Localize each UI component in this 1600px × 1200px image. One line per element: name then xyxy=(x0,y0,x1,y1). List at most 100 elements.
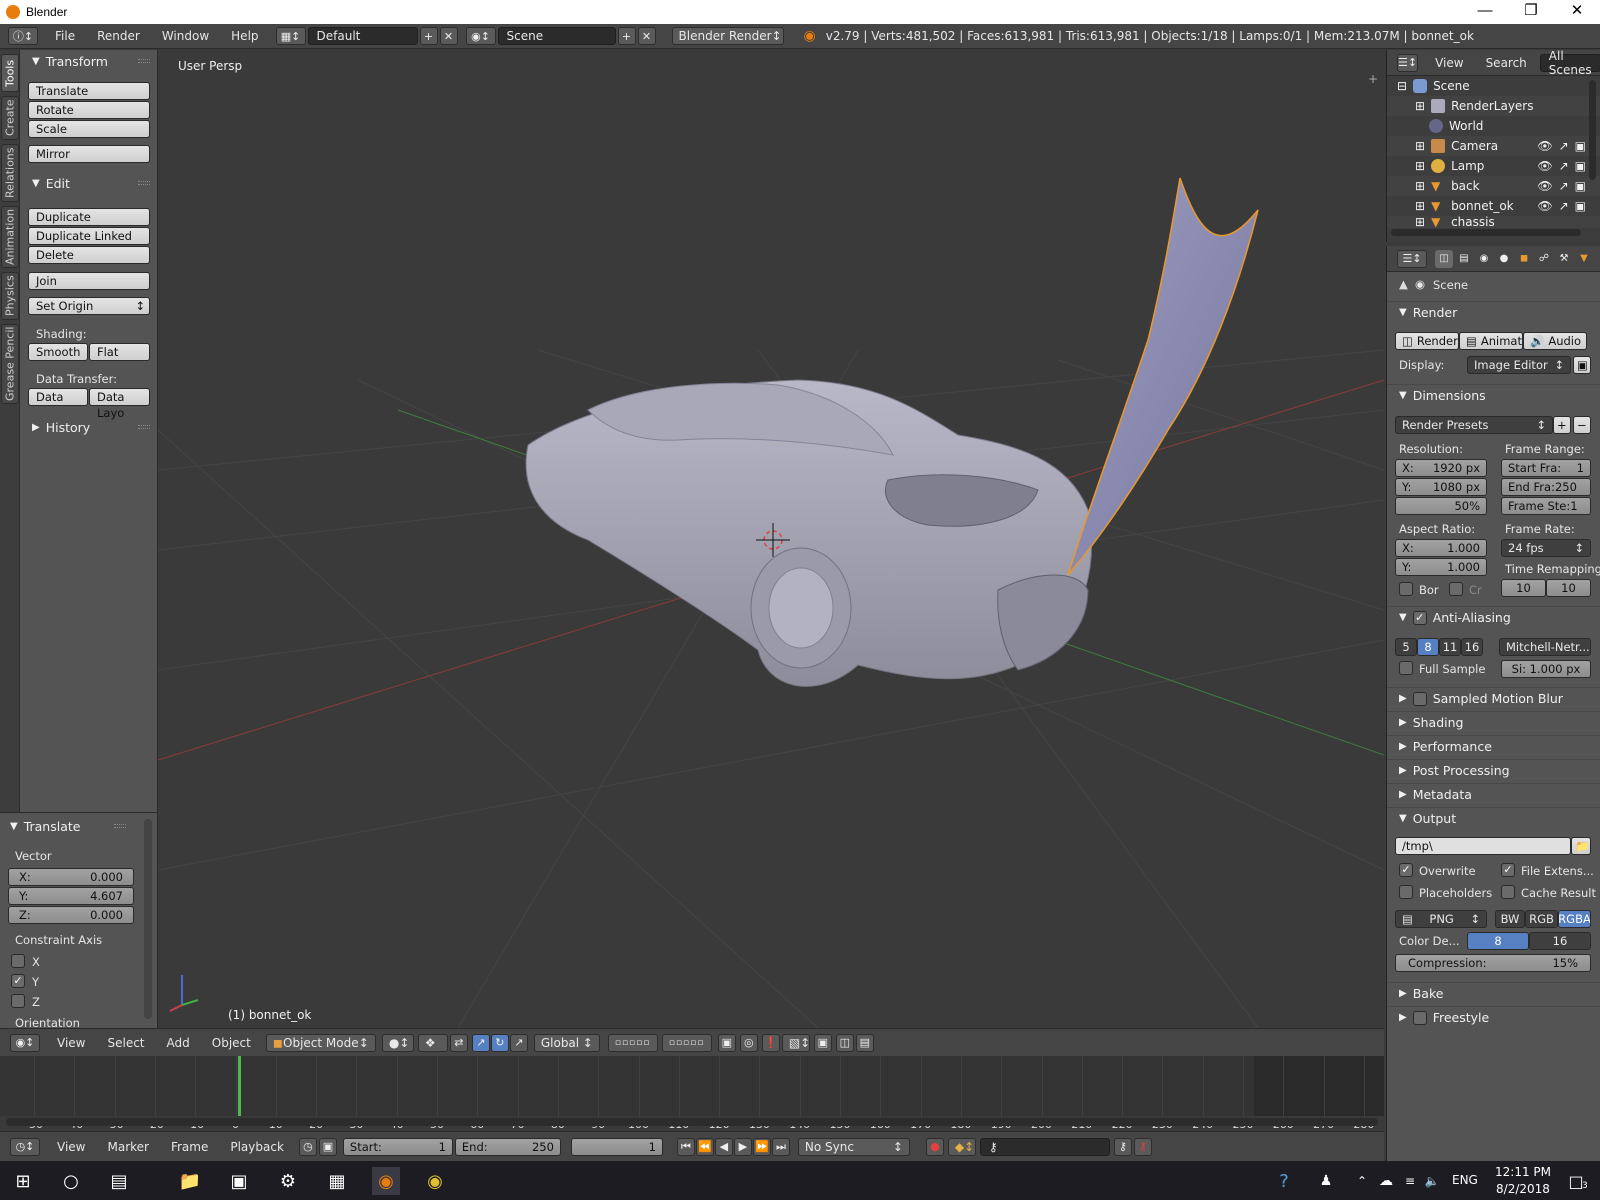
preview-range-icon[interactable]: ◷ xyxy=(298,1137,317,1156)
translate-button[interactable]: Translate xyxy=(28,82,150,100)
smooth-button[interactable]: Smooth xyxy=(28,343,88,361)
anti-aliasing-checkbox[interactable]: ✓ xyxy=(1412,610,1427,625)
add-preset-icon[interactable]: + xyxy=(1553,416,1571,434)
editor-type-timeline-icon[interactable]: ◷↕ xyxy=(10,1137,40,1156)
sampled-motion-blur-section-header[interactable]: ▶ Sampled Motion Blur xyxy=(1387,687,1600,709)
join-button[interactable]: Join xyxy=(28,272,150,290)
flat-button[interactable]: Flat xyxy=(89,343,150,361)
history-panel-header[interactable]: ▶ History xyxy=(20,416,158,438)
manipulator-toggle-icon[interactable]: ⇄ xyxy=(449,1033,468,1052)
remap-old-field[interactable]: 10 xyxy=(1501,579,1546,597)
frame-step-field[interactable]: Frame Ste:1 xyxy=(1501,497,1591,515)
remove-screen-icon[interactable]: ✕ xyxy=(439,27,458,45)
screen-layout-icon[interactable]: ▦↕ xyxy=(275,27,306,45)
audio-button[interactable]: 🔊 Audio xyxy=(1523,332,1587,350)
render-layers-tab-icon[interactable]: ▤ xyxy=(1455,250,1473,268)
aspect-y-field[interactable]: Y: 1.000 xyxy=(1395,558,1487,576)
close-icon[interactable]: ✕ xyxy=(1554,0,1600,24)
play-reverse-icon[interactable]: ◀ xyxy=(714,1137,733,1156)
layers-grid-2[interactable]: ▫▫▫▫▫ xyxy=(661,1033,712,1052)
output-section-header[interactable]: ▼ Output xyxy=(1387,807,1600,829)
outliner-item-world[interactable]: World xyxy=(1387,116,1600,136)
sync-dropdown[interactable]: No Sync ↕ xyxy=(797,1137,910,1156)
color-rgb-button[interactable]: RGB xyxy=(1525,910,1558,928)
outliner-h-scrollbar[interactable] xyxy=(1391,229,1581,236)
drag-grip-icon[interactable] xyxy=(138,425,150,429)
add-scene-icon[interactable]: + xyxy=(617,27,636,45)
frame-rate-dropdown[interactable]: 24 fps ↕ xyxy=(1501,539,1591,557)
3d-viewport[interactable]: User Persp (1) bonnet_ok + xyxy=(158,50,1384,1028)
camera-icon[interactable]: ◫ xyxy=(835,1033,854,1052)
border-checkbox[interactable] xyxy=(1399,582,1413,596)
delete-button[interactable]: Delete xyxy=(28,246,150,264)
maximize-icon[interactable]: ❐ xyxy=(1508,0,1554,24)
tab-grease-pencil[interactable]: Grease Pencil xyxy=(1,324,19,404)
volume-icon[interactable]: 🔈 xyxy=(1418,1167,1446,1195)
lock-interface-icon[interactable]: ▣ xyxy=(1573,356,1591,374)
add-screen-icon[interactable]: + xyxy=(419,27,438,45)
drag-grip-icon[interactable] xyxy=(138,59,150,63)
tab-tools[interactable]: Tools xyxy=(1,54,19,92)
crop-checkbox[interactable] xyxy=(1449,582,1463,596)
bake-section-header[interactable]: ▶ Bake xyxy=(1387,982,1600,1004)
outliner-item-scene[interactable]: ⊟ Scene xyxy=(1387,76,1600,96)
vector-y-field[interactable]: Y: 4.607 xyxy=(8,887,134,905)
vector-x-field[interactable]: X: 0.000 xyxy=(8,868,134,886)
jump-end-icon[interactable]: ⏭ xyxy=(771,1137,790,1156)
file-format-dropdown[interactable]: ▤ PNG ↕ xyxy=(1395,910,1487,928)
display-dropdown[interactable]: Image Editor ↕ xyxy=(1467,356,1571,374)
mode-dropdown[interactable]: ◼ Object Mode ↕ xyxy=(265,1033,376,1052)
snap-element-dropdown[interactable]: ▧↕ xyxy=(781,1033,810,1052)
store-icon[interactable]: ▣ xyxy=(225,1167,253,1195)
render-button[interactable]: ◫ Render xyxy=(1395,332,1459,350)
animation-button[interactable]: ▤Animatio xyxy=(1459,332,1523,350)
constraints-tab-icon[interactable]: ☍ xyxy=(1535,250,1553,268)
collapse-icon[interactable]: ⊟ xyxy=(1397,79,1407,93)
post-processing-section-header[interactable]: ▶ Post Processing xyxy=(1387,759,1600,781)
remap-new-field[interactable]: 10 xyxy=(1546,579,1591,597)
menu-frame[interactable]: Frame xyxy=(160,1140,219,1154)
visibility-icons[interactable]: 👁↗▣ xyxy=(1537,199,1592,213)
data-tab-icon[interactable]: ▼ xyxy=(1575,250,1593,268)
menu-view[interactable]: View xyxy=(1424,56,1474,70)
outliner-v-scrollbar[interactable] xyxy=(1589,80,1596,180)
menu-add[interactable]: Add xyxy=(156,1036,201,1050)
scene-browse-icon[interactable]: ◉↕ xyxy=(465,27,496,45)
folder-icon[interactable]: 📁 xyxy=(1571,837,1591,855)
expand-icon[interactable]: ⊞ xyxy=(1415,159,1425,173)
settings-gear-icon[interactable]: ⚙ xyxy=(274,1167,302,1195)
output-path-field[interactable]: /tmp\ xyxy=(1395,837,1571,855)
duplicate-button[interactable]: Duplicate xyxy=(28,208,150,226)
color-depth-8-button[interactable]: 8 xyxy=(1467,932,1529,950)
editor-type-info-icon[interactable]: ⓘ↕ xyxy=(8,27,38,45)
pin-icon[interactable]: ▲ xyxy=(1399,277,1408,291)
tab-relations[interactable]: Relations xyxy=(1,144,19,202)
tab-physics[interactable]: Physics xyxy=(1,272,19,320)
shading-section-header[interactable]: ▶ Shading xyxy=(1387,711,1600,733)
viewport-shading-dropdown[interactable]: ●↕ xyxy=(381,1033,414,1052)
menu-marker[interactable]: Marker xyxy=(96,1140,159,1154)
menu-view[interactable]: View xyxy=(46,1036,96,1050)
lock-layers-icon[interactable]: ▣ xyxy=(717,1033,736,1052)
menu-help[interactable]: Help xyxy=(220,29,269,43)
menu-file[interactable]: File xyxy=(44,29,86,43)
timeline-scrollbar[interactable] xyxy=(6,1118,1378,1126)
render-tab-icon[interactable]: ◫ xyxy=(1435,249,1453,268)
end-frame-field[interactable]: End: 250 xyxy=(454,1137,561,1156)
render-engine-dropdown[interactable]: Blender Render ↕ xyxy=(671,27,784,45)
rotate-manipulator-icon[interactable]: ↻ xyxy=(490,1033,509,1052)
anti-aliasing-section-header[interactable]: ▼ ✓ Anti-Aliasing xyxy=(1387,606,1600,628)
current-frame-field[interactable]: 1 xyxy=(570,1137,663,1156)
freestyle-section-header[interactable]: ▶ Freestyle xyxy=(1387,1006,1600,1028)
placeholders-checkbox[interactable] xyxy=(1399,885,1413,899)
cortana-search-icon[interactable]: ○ xyxy=(57,1167,85,1195)
motion-blur-checkbox[interactable] xyxy=(1412,691,1427,706)
axis-x-checkbox[interactable] xyxy=(11,954,25,968)
remove-preset-icon[interactable]: − xyxy=(1573,416,1591,434)
menu-render[interactable]: Render xyxy=(86,29,151,43)
menu-search[interactable]: Search xyxy=(1475,56,1538,70)
keying-dropdown[interactable]: ◆↕ xyxy=(947,1137,976,1156)
visibility-icons[interactable]: 👁↗▣ xyxy=(1537,179,1592,193)
performance-section-header[interactable]: ▶ Performance xyxy=(1387,735,1600,757)
modifiers-tab-icon[interactable]: ⚒ xyxy=(1555,250,1573,268)
